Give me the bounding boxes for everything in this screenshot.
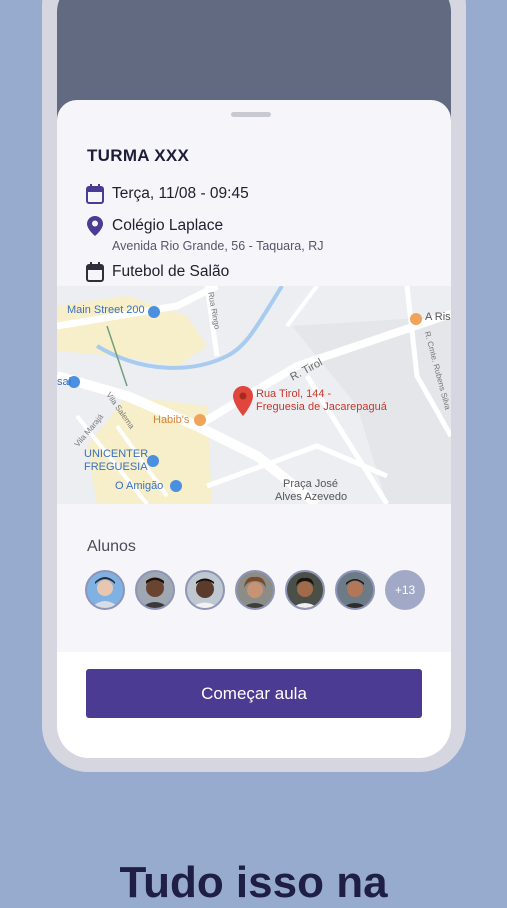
location-row: Colégio Laplace Avenida Rio Grande, 56 -… (85, 216, 323, 253)
avatar[interactable] (185, 570, 225, 610)
location-address: Avenida Rio Grande, 56 - Taquara, RJ (112, 239, 324, 253)
map-label-praca-1: Praça José (283, 478, 339, 490)
avatar[interactable] (235, 570, 275, 610)
class-title: TURMA XXX (87, 146, 190, 165)
class-details-sheet: TURMA XXX Terça, 11/08 - 09:45 Colégio L… (57, 100, 451, 758)
map-label-a-ris: A Ris (425, 311, 451, 323)
map-label-habibs: Habib's (153, 414, 190, 426)
avatar[interactable] (335, 570, 375, 610)
map-label-o-amigao: O Amigão (115, 480, 164, 492)
map-label-main-street: Main Street 200 (67, 304, 145, 316)
location-name: Colégio Laplace (112, 217, 224, 234)
calendar-icon (85, 184, 105, 204)
action-bar: Começar aula (57, 652, 451, 758)
map-label-unicenter-2: FREGUESIA (84, 461, 148, 473)
students-avatars: +13 (85, 570, 425, 610)
map-pin-label-line-2: Freguesia de Jacarepaguá (256, 401, 387, 413)
map-label-sai: sai (57, 376, 72, 388)
activity-row: Futebol de Salão (85, 262, 229, 282)
location-pin-icon (85, 216, 105, 236)
avatar[interactable] (135, 570, 175, 610)
class-datetime: Terça, 11/08 - 09:45 (112, 185, 249, 202)
avatar[interactable] (285, 570, 325, 610)
datetime-row: Terça, 11/08 - 09:45 (85, 184, 249, 204)
students-label: Alunos (87, 538, 136, 555)
map-label-unicenter-1: UNICENTER (84, 448, 149, 460)
more-students-badge[interactable]: +13 (385, 570, 425, 610)
class-activity: Futebol de Salão (112, 263, 230, 280)
drag-handle[interactable] (231, 112, 271, 117)
avatar[interactable] (85, 570, 125, 610)
phone-screen: TURMA XXX Terça, 11/08 - 09:45 Colégio L… (57, 0, 451, 758)
location-map[interactable]: Main Street 200 sai R. Tirol Habib's UNI… (57, 286, 451, 504)
map-pin-label-line-1: Rua Tirol, 144 - (256, 388, 332, 400)
promo-headline: Tudo isso na (119, 858, 388, 907)
map-pin-label: Rua Tirol, 144 - Freguesia de Jacarepagu… (256, 388, 387, 414)
calendar-icon (85, 262, 105, 282)
map-label-praca-2: Alves Azevedo (275, 491, 348, 503)
start-class-button[interactable]: Começar aula (86, 669, 422, 718)
